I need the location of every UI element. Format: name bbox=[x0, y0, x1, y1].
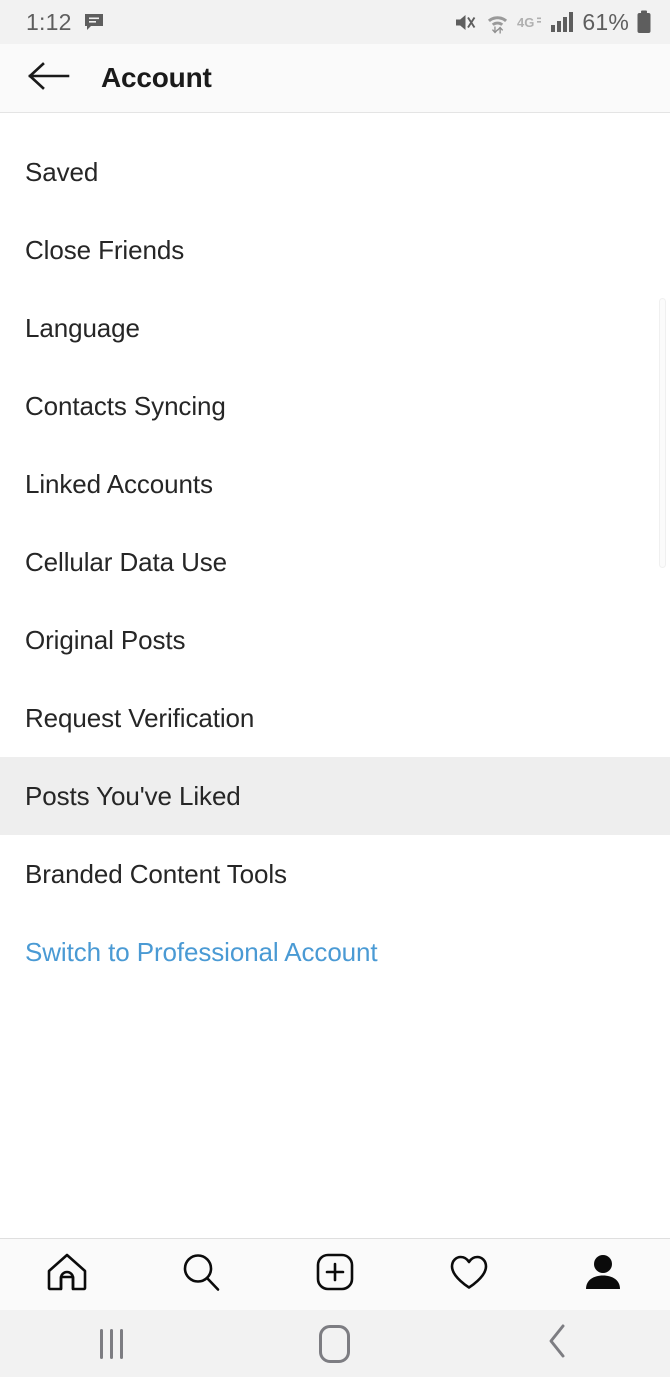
status-bar: 1:12 4G 61% bbox=[0, 0, 670, 44]
profile-tab[interactable] bbox=[536, 1239, 670, 1310]
status-bar-right: 4G 61% bbox=[454, 9, 652, 36]
list-item-label: Language bbox=[25, 312, 140, 343]
settings-list: Saved Close Friends Language Contacts Sy… bbox=[0, 113, 670, 1238]
list-item-close-friends[interactable]: Close Friends bbox=[0, 211, 670, 289]
phone-screen: 1:12 4G 61% Account Saved Close Friends … bbox=[0, 0, 670, 1377]
list-item-label: Contacts Syncing bbox=[25, 390, 226, 421]
person-filled-icon bbox=[580, 1249, 626, 1300]
list-item-switch-to-professional-account[interactable]: Switch to Professional Account bbox=[0, 913, 670, 991]
list-item-cellular-data-use[interactable]: Cellular Data Use bbox=[0, 523, 670, 601]
list-item-contacts-syncing[interactable]: Contacts Syncing bbox=[0, 367, 670, 445]
network-type-label: 4G bbox=[517, 14, 543, 31]
list-item-label: Original Posts bbox=[25, 624, 186, 655]
page-title: Account bbox=[101, 62, 212, 93]
message-bubble-icon bbox=[83, 11, 105, 33]
chevron-left-icon bbox=[546, 1323, 570, 1364]
list-item-posts-youve-liked[interactable]: Posts You've Liked bbox=[0, 757, 670, 835]
battery-icon bbox=[636, 10, 652, 34]
list-item-label: Request Verification bbox=[25, 702, 255, 733]
create-tab[interactable] bbox=[268, 1239, 402, 1310]
battery-percent: 61% bbox=[582, 8, 629, 35]
list-item-branded-content-tools[interactable]: Branded Content Tools bbox=[0, 835, 670, 913]
home-button[interactable] bbox=[223, 1310, 446, 1377]
list-item-label: Saved bbox=[25, 156, 99, 187]
list-item-label: Linked Accounts bbox=[25, 468, 213, 499]
add-post-icon bbox=[312, 1249, 358, 1300]
system-nav-bar bbox=[0, 1310, 670, 1377]
bottom-tab-bar bbox=[0, 1238, 670, 1310]
heart-icon bbox=[446, 1249, 492, 1300]
search-icon bbox=[178, 1249, 224, 1300]
recents-button[interactable] bbox=[0, 1310, 223, 1377]
cellular-signal-icon bbox=[550, 11, 575, 33]
list-item-linked-accounts[interactable]: Linked Accounts bbox=[0, 445, 670, 523]
back-arrow-icon bbox=[28, 61, 70, 96]
list-item-label: Switch to Professional Account bbox=[25, 936, 378, 967]
volume-mute-vibrate-icon bbox=[454, 11, 478, 34]
back-button[interactable] bbox=[447, 1310, 670, 1377]
home-squircle-icon bbox=[319, 1324, 351, 1363]
wifi-data-transfer-icon bbox=[485, 11, 510, 34]
activity-tab[interactable] bbox=[402, 1239, 536, 1310]
list-item-language[interactable]: Language bbox=[0, 289, 670, 367]
svg-text:4G: 4G bbox=[517, 15, 534, 30]
list-item-label: Close Friends bbox=[25, 234, 185, 265]
list-item-label: Posts You've Liked bbox=[25, 780, 241, 811]
vertical-scrollbar[interactable] bbox=[659, 298, 666, 568]
status-time: 1:12 bbox=[26, 8, 72, 35]
list-item-label: Branded Content Tools bbox=[25, 858, 287, 889]
list-item-label: Cellular Data Use bbox=[25, 546, 228, 577]
search-tab[interactable] bbox=[134, 1239, 268, 1310]
list-item-saved[interactable]: Saved bbox=[0, 133, 670, 211]
recents-icon bbox=[100, 1328, 124, 1359]
list-item-request-verification[interactable]: Request Verification bbox=[0, 679, 670, 757]
status-bar-left: 1:12 bbox=[26, 9, 105, 36]
back-arrow-button[interactable] bbox=[22, 51, 76, 105]
home-icon bbox=[44, 1249, 90, 1300]
list-item-original-posts[interactable]: Original Posts bbox=[0, 601, 670, 679]
home-tab[interactable] bbox=[0, 1239, 134, 1310]
app-header: Account bbox=[0, 44, 670, 113]
